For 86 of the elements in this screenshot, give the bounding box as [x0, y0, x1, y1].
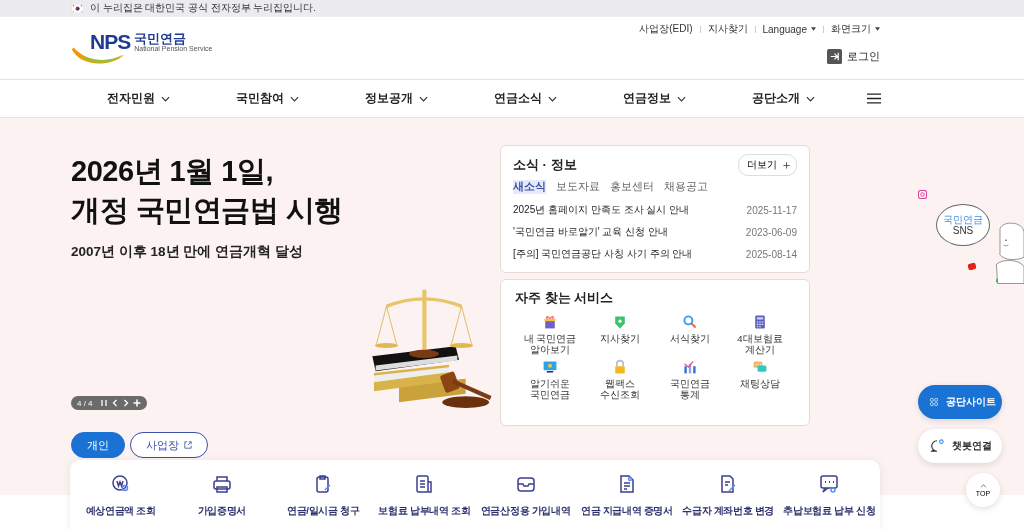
- login-button[interactable]: 로그인: [827, 49, 880, 64]
- printer-icon: [211, 474, 232, 494]
- chevron-down-icon: [548, 95, 557, 102]
- service-item[interactable]: 내 국민연금 알아보기: [515, 314, 585, 355]
- nav-menu-item[interactable]: 연금소식: [494, 90, 623, 107]
- plus-icon[interactable]: [132, 399, 141, 407]
- banner-text: 이 누리집은 대한민국 공식 전자정부 누리집입니다.: [90, 2, 316, 15]
- sns-speech-bubble[interactable]: 국민연금 SNS: [936, 204, 990, 246]
- calculator-icon: [752, 314, 768, 330]
- services-title: 자주 찾는 서비스: [515, 289, 615, 307]
- news-tab[interactable]: 채용공고: [664, 180, 708, 194]
- gift-icon: [542, 314, 558, 330]
- nav-menu-item[interactable]: 공단소개: [752, 90, 881, 107]
- nav-menu-item[interactable]: 연금정보: [623, 90, 752, 107]
- logo-abbr: NPS: [90, 30, 131, 54]
- previous-icon[interactable]: [110, 399, 119, 407]
- clipboard-icon: [313, 474, 334, 494]
- service-item[interactable]: 서식찾기: [655, 314, 725, 355]
- utility-link[interactable]: 사업장(EDI): [639, 22, 693, 36]
- chevron-down-icon: [290, 95, 299, 102]
- more-button[interactable]: 더보기: [738, 154, 797, 176]
- quick-menu-item[interactable]: 수급자 계좌번호 변경: [678, 474, 779, 529]
- service-item[interactable]: 웹팩스 수신조회: [585, 359, 655, 400]
- slide-counter: 4 / 4: [77, 398, 93, 408]
- site-link-button[interactable]: 공단사이트: [918, 385, 1002, 419]
- lock-icon: [612, 359, 628, 375]
- chevron-down-icon: [419, 95, 428, 102]
- chart-icon: [682, 359, 698, 375]
- pause-icon[interactable]: [99, 399, 108, 407]
- service-item[interactable]: 알기쉬운 국민연금: [515, 359, 585, 400]
- quick-menu-item[interactable]: 보험료 납부내역 조회: [374, 474, 475, 529]
- chatbot-button[interactable]: 챗봇연결: [918, 429, 1002, 463]
- quick-menu-item[interactable]: 연금산정용 가입내역: [475, 474, 576, 529]
- chevron-down-icon: [806, 95, 815, 102]
- monitor-icon: [542, 359, 558, 375]
- inbox-icon: [515, 474, 536, 494]
- hero-title: 2026년 1월 1일, 개정 국민연금법 시행: [71, 154, 344, 228]
- external-link-icon: [184, 441, 192, 449]
- chevron-down-icon: [677, 95, 686, 102]
- news-tab[interactable]: 새소식: [513, 180, 546, 194]
- news-link[interactable]: [주의] 국민연금공단 사칭 사기 주의 안내: [513, 247, 693, 261]
- quick-menu-item[interactable]: 연금/일시금 청구: [273, 474, 374, 529]
- quick-menu-item[interactable]: 연금 지급내역 증명서: [576, 474, 677, 529]
- document-icon: [414, 474, 435, 494]
- caret-icon: [875, 27, 880, 31]
- flag-icon: [71, 4, 84, 13]
- plus-icon: [783, 161, 790, 169]
- chevron-up-icon: [979, 483, 987, 488]
- news-tab[interactable]: 홍보센터: [610, 180, 654, 194]
- service-item[interactable]: 지사찾기: [585, 314, 655, 355]
- logo-name: 국민연금: [134, 31, 188, 45]
- nav-menu-item[interactable]: 정보공개: [365, 90, 494, 107]
- chat-icon: [752, 359, 768, 375]
- nav-menu-item[interactable]: 전자민원: [107, 90, 236, 107]
- news-date: 2025-08-14: [745, 248, 797, 260]
- coin-search-icon: [110, 474, 131, 494]
- quick-menu-item[interactable]: 가입증명서: [171, 474, 272, 529]
- service-item[interactable]: 4대보험료 계산기: [725, 314, 795, 355]
- news-link[interactable]: 2025년 홈페이지 만족도 조사 실시 안내: [513, 203, 690, 217]
- news-title: 소식 · 정보: [513, 156, 577, 174]
- nav-menu-item[interactable]: 국민참여: [236, 90, 365, 107]
- instagram-icon[interactable]: [918, 190, 927, 199]
- news-date: 2025-11-17: [746, 204, 797, 216]
- login-icon: [827, 49, 842, 64]
- chat-search-icon: [819, 474, 840, 494]
- chevron-down-icon: [161, 95, 170, 102]
- quick-menu-item[interactable]: 예상연금액 조회: [70, 474, 171, 529]
- service-item[interactable]: 채팅상담: [725, 359, 795, 400]
- grid-icon: [930, 395, 938, 409]
- next-icon[interactable]: [121, 399, 130, 407]
- pin-icon: [612, 314, 628, 330]
- news-tab[interactable]: 보도자료: [556, 180, 600, 194]
- utility-link[interactable]: Language: [762, 23, 816, 35]
- quick-menu-item[interactable]: 추납보험료 납부 신청: [779, 474, 880, 529]
- news-date: 2023-06-09: [745, 226, 797, 238]
- user-type-tab[interactable]: 개인: [71, 432, 125, 458]
- utility-link[interactable]: 지사찾기: [707, 22, 748, 36]
- hero-subtitle: 2007년 이후 18년 만에 연금개혁 달성: [71, 243, 304, 261]
- menu-icon[interactable]: [867, 93, 881, 104]
- service-item[interactable]: 국민연금 통계: [655, 359, 725, 400]
- caret-icon: [811, 27, 816, 31]
- news-link[interactable]: '국민연금 바로알기' 교육 신청 안내: [513, 225, 668, 239]
- search-icon: [682, 314, 698, 330]
- edit-doc-icon: [718, 474, 739, 494]
- utility-link[interactable]: 화면크기: [831, 22, 880, 36]
- user-type-tab[interactable]: 사업장: [130, 432, 208, 458]
